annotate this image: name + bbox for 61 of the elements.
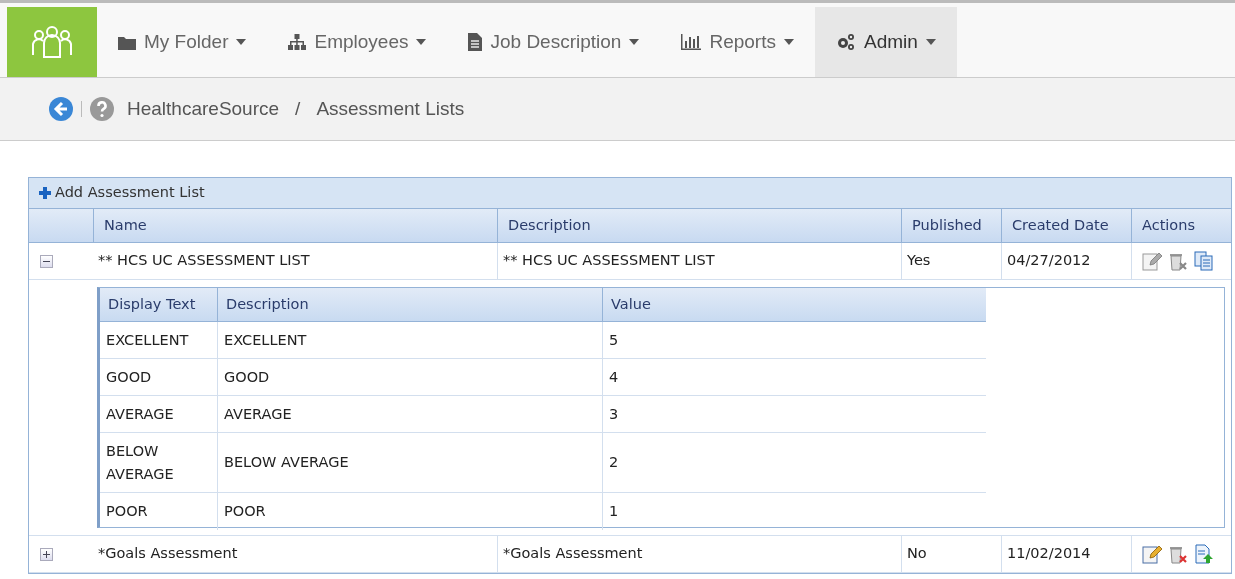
caret-icon bbox=[783, 39, 794, 45]
column-header[interactable]: Description bbox=[497, 209, 901, 242]
caret-icon bbox=[236, 39, 247, 45]
table-cell: BELOW AVERAGE bbox=[217, 433, 602, 492]
bar-chart-icon bbox=[681, 34, 702, 50]
table-cell-text: AVERAGE bbox=[105, 404, 175, 424]
table-cell: 2 bbox=[602, 433, 986, 492]
table-cell: Yes bbox=[901, 243, 1001, 279]
column-header[interactable]: Display Text bbox=[100, 288, 217, 321]
nav-menu-item[interactable]: My Folder bbox=[97, 7, 268, 77]
breadcrumb-item: Assessment Lists bbox=[316, 96, 465, 121]
document-arrow-icon[interactable] bbox=[1194, 544, 1214, 564]
document-icon bbox=[468, 33, 483, 51]
column-header[interactable]: Published bbox=[901, 209, 1001, 242]
table-cell-text: POOR bbox=[105, 502, 149, 521]
folder-icon bbox=[118, 34, 136, 50]
table-cell: ** HCS UC ASSESSMENT LIST bbox=[497, 243, 901, 279]
table-cell: 11/02/2014 bbox=[1001, 536, 1131, 572]
sitemap-icon bbox=[288, 34, 307, 50]
breadcrumb-item[interactable]: HealthcareSource bbox=[127, 94, 280, 124]
breadcrumb-separator: / bbox=[295, 96, 301, 121]
table-cell: 5 bbox=[602, 322, 986, 358]
table-cell-text: EXCELLENT bbox=[105, 330, 190, 350]
plus-icon bbox=[39, 187, 51, 199]
help-icon[interactable] bbox=[90, 97, 114, 121]
table-cell: EXCELLENT bbox=[217, 322, 602, 358]
nav-menu-item[interactable]: Job Description bbox=[447, 7, 661, 77]
table-cell: 04/27/2012 bbox=[1001, 243, 1131, 279]
nav-menu-item[interactable]: Reports bbox=[660, 7, 815, 77]
table-cell: GOOD bbox=[217, 359, 602, 395]
caret-icon bbox=[416, 39, 427, 45]
table-cell: 1 bbox=[602, 493, 986, 530]
caret-icon bbox=[925, 39, 936, 45]
column-header[interactable]: Name bbox=[93, 209, 497, 242]
table-cell-text: *Goals Assessment bbox=[97, 544, 239, 564]
gears-icon bbox=[835, 33, 856, 51]
column-header[interactable]: Value bbox=[602, 288, 986, 321]
column-header[interactable]: Created Date bbox=[1001, 209, 1131, 242]
back-icon[interactable] bbox=[49, 97, 73, 121]
table-cell: 4 bbox=[602, 359, 986, 395]
nav-menu-item[interactable]: Employees bbox=[267, 7, 448, 77]
collapse-toggle[interactable] bbox=[40, 254, 53, 268]
copy-icon[interactable] bbox=[1194, 251, 1214, 271]
expand-toggle[interactable] bbox=[40, 547, 53, 561]
table-cell-text: ** HCS UC ASSESSMENT LIST bbox=[97, 251, 311, 271]
app-logo[interactable] bbox=[7, 7, 97, 77]
table-cell: AVERAGE bbox=[217, 396, 602, 432]
edit-icon[interactable] bbox=[1142, 544, 1162, 564]
trash-icon[interactable] bbox=[1168, 544, 1188, 564]
column-header[interactable]: Actions bbox=[1131, 209, 1232, 242]
table-cell-text: BELOW AVERAGE bbox=[105, 441, 175, 484]
table-cell: POOR bbox=[217, 493, 602, 530]
nav-menu-item[interactable]: Admin bbox=[814, 7, 957, 77]
table-cell: No bbox=[901, 536, 1001, 572]
table-cell: 3 bbox=[602, 396, 986, 432]
table-cell: *Goals Assessment bbox=[497, 536, 901, 572]
column-header[interactable]: Description bbox=[217, 288, 602, 321]
caret-icon bbox=[629, 39, 640, 45]
plus-icon bbox=[43, 550, 50, 558]
add-list-button[interactable]: Add Assessment List bbox=[39, 182, 205, 204]
table-cell-text: GOOD bbox=[105, 367, 153, 387]
